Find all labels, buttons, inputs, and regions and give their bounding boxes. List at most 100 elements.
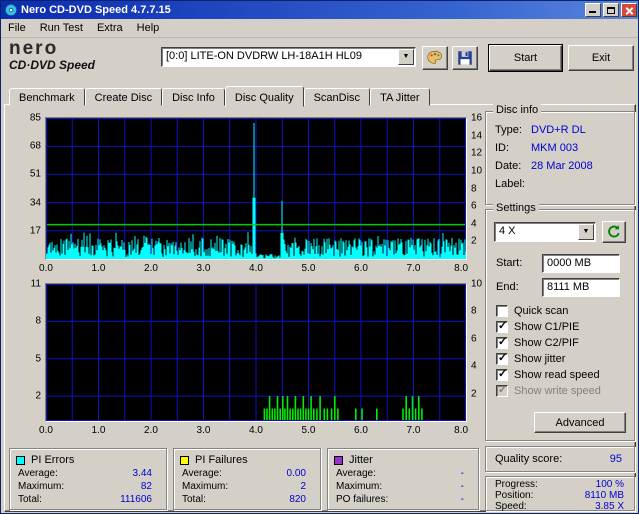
end-position-label: End: bbox=[496, 281, 519, 293]
product-name: CD·DVD Speed bbox=[9, 58, 96, 72]
checkbox-quick-scan[interactable]: Quick scan bbox=[496, 304, 568, 318]
nero-logo: nero CD·DVD Speed bbox=[9, 38, 159, 80]
advanced-button[interactable]: Advanced bbox=[534, 412, 626, 433]
checkbox-box bbox=[496, 305, 508, 317]
checkbox-box bbox=[496, 335, 508, 349]
checkbox-box bbox=[496, 351, 508, 365]
checkbox-box bbox=[496, 367, 508, 381]
exit-button[interactable]: Exit bbox=[568, 45, 634, 71]
disc-info-title: Disc info bbox=[493, 104, 542, 116]
pi-errors-x-axis: 0.0 1.0 2.0 3.0 4.0 5.0 6.0 7.0 8.0 bbox=[39, 263, 469, 274]
pi-errors-left-axis: 85 68 51 34 17 bbox=[29, 112, 41, 237]
minimize-icon bbox=[589, 11, 596, 13]
pi-errors-total: 111606 bbox=[120, 494, 152, 505]
palette-icon bbox=[427, 50, 443, 64]
disc-type-label: Type: bbox=[495, 124, 522, 136]
quality-score-box: Quality score: 95 bbox=[485, 446, 635, 472]
pi-errors-legend-title: PI Errors bbox=[31, 454, 75, 466]
menubar: File Run Test Extra Help bbox=[1, 19, 638, 38]
tab-scandisc[interactable]: ScanDisc bbox=[303, 88, 371, 106]
drive-selector[interactable]: [0:0] LITE-ON DVDRW LH-18A1H HL09 ▼ bbox=[161, 47, 416, 67]
position-label: Position: bbox=[495, 490, 534, 501]
disc-date-value: 28 Mar 2008 bbox=[531, 160, 593, 172]
close-button[interactable] bbox=[621, 3, 637, 17]
checkbox-show-c2-pif[interactable]: Show C2/PIF bbox=[496, 335, 579, 350]
progress-box: Progress: 100 % Position: 8110 MB Speed: 3.… bbox=[485, 476, 635, 512]
position-value: 8110 MB bbox=[584, 490, 624, 501]
progress-label: Progress: bbox=[495, 479, 538, 490]
save-button[interactable] bbox=[452, 46, 478, 70]
quality-score-label: Quality score: bbox=[495, 453, 563, 465]
window-title: Nero CD-DVD Speed 4.7.7.15 bbox=[21, 4, 171, 16]
jitter-swatch bbox=[334, 455, 343, 465]
menu-file[interactable]: File bbox=[1, 20, 33, 36]
quality-score-value: 95 bbox=[609, 453, 622, 465]
jitter-maximum: - bbox=[460, 481, 464, 492]
pi-failures-plot bbox=[45, 283, 467, 422]
pi-errors-legend: PI Errors Average: 3.44 Maximum: 82 Total:… bbox=[9, 448, 167, 510]
tab-disc-info[interactable]: Disc Info bbox=[162, 88, 225, 106]
menu-extra[interactable]: Extra bbox=[90, 20, 130, 36]
pi-errors-swatch bbox=[16, 455, 25, 465]
speed-selector[interactable]: 4 X ▼ bbox=[494, 222, 596, 242]
minimize-button[interactable] bbox=[585, 3, 601, 17]
refresh-button[interactable] bbox=[602, 221, 626, 243]
disc-label-label: Label: bbox=[495, 178, 525, 190]
pi-failures-left-axis: 11 8 5 2 bbox=[30, 278, 41, 402]
speed-selector-value: 4 X bbox=[499, 225, 516, 237]
refresh-icon bbox=[608, 225, 620, 238]
chevron-down-icon[interactable]: ▼ bbox=[398, 49, 414, 65]
nero-wordmark: nero bbox=[9, 38, 59, 59]
start-position-label: Start: bbox=[496, 257, 523, 269]
pi-failures-average: 0.00 bbox=[286, 468, 306, 479]
pi-failures-total: 820 bbox=[289, 494, 306, 505]
progress-value: 100 % bbox=[595, 479, 624, 490]
checkbox-show-c1-pie[interactable]: Show C1/PIE bbox=[496, 319, 579, 334]
po-failures: - bbox=[460, 494, 464, 505]
color-options-button[interactable] bbox=[422, 46, 448, 70]
checkbox-show-jitter[interactable]: Show jitter bbox=[496, 351, 565, 366]
pi-failures-legend: PI Failures Average: 0.00 Maximum: 2 Total… bbox=[173, 448, 321, 510]
pi-errors-maximum: 82 bbox=[140, 481, 152, 492]
checkbox-show-read-speed[interactable]: Show read speed bbox=[496, 367, 600, 382]
checkbox-box bbox=[496, 319, 508, 333]
chevron-down-icon[interactable]: ▼ bbox=[578, 224, 594, 240]
tabstrip: Benchmark Create Disc Disc Info Disc Qua… bbox=[9, 86, 430, 107]
start-position-field[interactable]: 0000 MB bbox=[542, 254, 620, 273]
menu-help[interactable]: Help bbox=[130, 20, 167, 36]
tab-create-disc[interactable]: Create Disc bbox=[84, 88, 163, 106]
drive-selector-value: [0:0] LITE-ON DVDRW LH-18A1H HL09 bbox=[166, 50, 363, 62]
floppy-disk-icon bbox=[458, 51, 472, 65]
disc-type-value: DVD+R DL bbox=[531, 124, 586, 136]
settings-group: Settings 4 X ▼ Start: 0000 MB End: 8111 … bbox=[485, 202, 635, 441]
tab-benchmark[interactable]: Benchmark bbox=[9, 88, 85, 106]
pi-failures-x-axis: 0.0 1.0 2.0 3.0 4.0 5.0 6.0 7.0 8.0 bbox=[39, 425, 469, 436]
checkbox-show-write-speed: Show write speed bbox=[496, 383, 601, 398]
titlebar: Nero CD-DVD Speed 4.7.7.15 bbox=[1, 1, 638, 19]
pi-errors-plot bbox=[45, 117, 467, 260]
pi-failures-swatch bbox=[180, 455, 189, 465]
end-position-field[interactable]: 8111 MB bbox=[542, 278, 620, 297]
app-window: Nero CD-DVD Speed 4.7.7.15 File Run Test… bbox=[0, 0, 639, 514]
tab-ta-jitter[interactable]: TA Jitter bbox=[370, 88, 430, 106]
jitter-average: - bbox=[460, 468, 464, 479]
menu-run-test[interactable]: Run Test bbox=[33, 20, 90, 36]
disc-id-label: ID: bbox=[495, 142, 510, 154]
pi-failures-maximum: 2 bbox=[300, 481, 306, 492]
disc-id-value: MKM 003 bbox=[531, 142, 579, 154]
app-icon bbox=[4, 3, 18, 17]
pi-failures-legend-title: PI Failures bbox=[195, 454, 248, 466]
disc-info-group: Disc info Type: DVD+R DL ID: MKM 003 Date:… bbox=[485, 104, 635, 205]
start-button[interactable]: Start bbox=[489, 45, 562, 71]
settings-title: Settings bbox=[493, 202, 539, 214]
pi-errors-average: 3.44 bbox=[132, 468, 152, 479]
disc-date-label: Date: bbox=[495, 160, 522, 172]
jitter-legend: Jitter Average: - Maximum: - PO failures: - bbox=[327, 448, 479, 510]
jitter-legend-title: Jitter bbox=[349, 454, 373, 466]
maximize-button[interactable] bbox=[603, 3, 619, 17]
speed-value: 3.85 X bbox=[595, 501, 624, 512]
maximize-icon bbox=[607, 7, 615, 14]
window-controls bbox=[585, 3, 637, 17]
speed-label: Speed: bbox=[495, 501, 527, 512]
tab-disc-quality[interactable]: Disc Quality bbox=[224, 86, 304, 107]
